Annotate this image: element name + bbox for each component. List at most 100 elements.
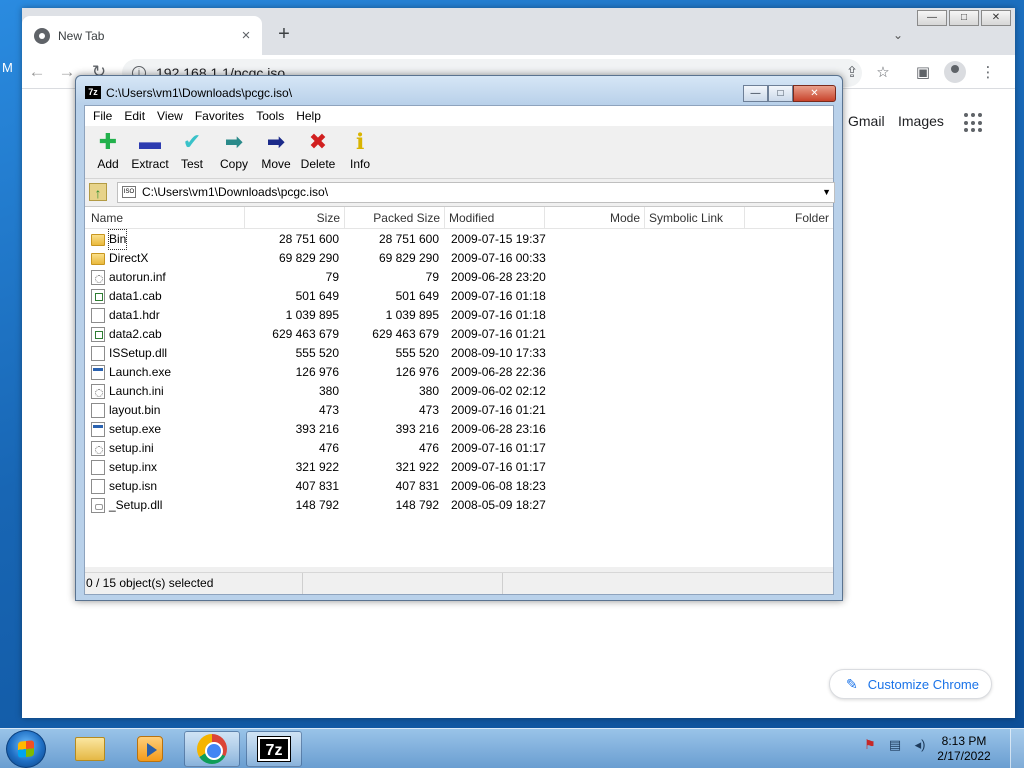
file-size: 629 463 679: [272, 327, 339, 341]
chrome-close-button[interactable]: ✕: [981, 10, 1011, 26]
volume-icon[interactable]: ◂): [912, 737, 928, 753]
file-size: 148 792: [295, 498, 339, 512]
table-row[interactable]: setup.isn 407 831 407 831 2009-06-08 18:23: [85, 477, 833, 496]
network-icon[interactable]: ▤: [887, 737, 903, 753]
path-dropdown-arrow-icon[interactable]: ▼: [822, 183, 831, 202]
chrome-tab-new-tab[interactable]: New Tab ×: [22, 16, 262, 55]
table-row[interactable]: Launch.exe 126 976 126 976 2009-06-28 22:36: [85, 363, 833, 382]
chrome-maximize-button[interactable]: □: [949, 10, 979, 26]
chrome-menu-icon[interactable]: ⋮: [978, 63, 998, 83]
table-row[interactable]: setup.exe 393 216 393 216 2009-06-28 23:16: [85, 420, 833, 439]
add-button[interactable]: ✚ Add: [87, 126, 129, 176]
bookmark-star-icon[interactable]: ☆: [873, 63, 893, 83]
customize-chrome-label: Customize Chrome: [867, 676, 979, 692]
file-packed-size: 28 751 600: [378, 232, 439, 246]
column-header-mode[interactable]: Mode: [545, 207, 645, 229]
taskbar-7zip-button[interactable]: 7z: [246, 731, 302, 767]
column-header-size[interactable]: Size: [245, 207, 345, 229]
file-packed-size: 380: [418, 384, 439, 398]
google-apps-icon[interactable]: [964, 113, 984, 133]
table-row[interactable]: Bin 28 751 600 28 751 600 2009-07-15 19:37: [85, 229, 833, 250]
sevenzip-minimize-button[interactable]: —: [743, 85, 768, 102]
column-header-symbolic-link[interactable]: Symbolic Link: [645, 207, 745, 229]
file-size: 28 751 600: [278, 232, 339, 246]
table-row[interactable]: setup.ini 476 476 2009-07-16 01:17: [85, 439, 833, 458]
taskbar-chrome-button[interactable]: [184, 731, 240, 767]
table-row[interactable]: ISSetup.dll 555 520 555 520 2008-09-10 17:3…: [85, 344, 833, 363]
sevenzip-title-bar[interactable]: 7z C:\Users\vm1\Downloads\pcgc.iso\ — □ …: [76, 76, 842, 104]
file-name: autorun.inf: [109, 270, 166, 284]
chrome-minimize-button[interactable]: —: [917, 10, 947, 26]
taskbar-explorer-button[interactable]: [62, 731, 118, 767]
column-header-folder[interactable]: Folder: [745, 207, 833, 229]
move-button[interactable]: ➡ Move: [255, 126, 297, 176]
file-name: setup.ini: [109, 441, 154, 455]
file-packed-size: 79: [425, 270, 439, 284]
taskbar-media-player-button[interactable]: [122, 731, 178, 767]
profile-avatar-icon[interactable]: [944, 61, 966, 83]
extract-button[interactable]: ▬ Extract: [129, 126, 171, 176]
file-icon: [91, 308, 105, 323]
menu-edit[interactable]: Edit: [118, 106, 151, 126]
file-name: setup.inx: [109, 460, 158, 474]
file-modified: 2009-07-16 01:17: [451, 441, 546, 455]
start-button-windows-icon[interactable]: [6, 730, 46, 768]
file-modified: 2008-05-09 18:27: [451, 498, 546, 512]
back-arrow-icon[interactable]: ←: [26, 61, 48, 83]
sevenzip-maximize-button[interactable]: □: [768, 85, 793, 102]
menu-view[interactable]: View: [151, 106, 189, 126]
tab-title: New Tab: [58, 28, 105, 43]
table-row[interactable]: data1.hdr 1 039 895 1 039 895 2009-07-16 01…: [85, 306, 833, 325]
folder-icon: [91, 253, 105, 265]
file-name: setup.exe: [109, 422, 162, 436]
new-tab-button[interactable]: +: [272, 22, 296, 46]
table-row[interactable]: data2.cab 629 463 679 629 463 679 2009-07-1…: [85, 325, 833, 344]
up-folder-icon[interactable]: ↑: [89, 183, 107, 201]
info-button[interactable]: ℹ Info: [339, 126, 381, 176]
sevenzip-close-button[interactable]: ✕: [793, 85, 836, 102]
column-header-name[interactable]: Name: [85, 207, 245, 229]
table-row[interactable]: setup.inx 321 922 321 922 2009-07-16 01:17: [85, 458, 833, 477]
customize-chrome-button[interactable]: ✎ Customize Chrome: [829, 669, 992, 699]
action-center-flag-icon[interactable]: ⚑: [862, 737, 878, 753]
menu-file[interactable]: File: [87, 106, 118, 126]
file-name: data1.cab: [109, 289, 162, 303]
file-name: Launch.ini: [109, 384, 164, 398]
images-link[interactable]: Images: [898, 113, 944, 129]
menu-tools[interactable]: Tools: [250, 106, 290, 126]
share-icon[interactable]: ⇪: [842, 63, 862, 83]
file-icon: [91, 365, 105, 380]
file-modified: 2009-06-28 22:36: [451, 365, 546, 379]
file-size: 476: [318, 441, 339, 455]
column-header-packed-size[interactable]: Packed Size: [345, 207, 445, 229]
sevenzip-path-combobox[interactable]: ISO C:\Users\vm1\Downloads\pcgc.iso\ ▼: [117, 182, 835, 203]
delete-label: Delete: [300, 157, 336, 171]
tab-close-icon[interactable]: ×: [236, 27, 256, 44]
status-pane-3: [503, 573, 833, 594]
copy-arrow-icon: ➡: [224, 129, 244, 154]
file-list[interactable]: Name Size Packed Size Modified Mode Symb…: [85, 206, 833, 567]
copy-button[interactable]: ➡ Copy: [213, 126, 255, 176]
table-row[interactable]: Launch.ini 380 380 2009-06-02 02:12: [85, 382, 833, 401]
file-packed-size: 393 216: [395, 422, 439, 436]
table-row[interactable]: data1.cab 501 649 501 649 2009-07-16 01:18: [85, 287, 833, 306]
test-button[interactable]: ✔ Test: [171, 126, 213, 176]
folder-icon: [91, 234, 105, 246]
clock[interactable]: 8:13 PM 2/17/2022: [932, 734, 996, 764]
menu-favorites[interactable]: Favorites: [189, 106, 250, 126]
file-size: 555 520: [295, 346, 339, 360]
tab-search-chevron-icon[interactable]: ⌄: [893, 28, 903, 42]
table-row[interactable]: _Setup.dll 148 792 148 792 2008-05-09 18:27: [85, 496, 833, 515]
table-row[interactable]: DirectX 69 829 290 69 829 290 2009-07-16 00…: [85, 249, 833, 268]
show-desktop-button[interactable]: [1010, 729, 1024, 768]
table-row[interactable]: autorun.inf 79 79 2009-06-28 23:20: [85, 268, 833, 287]
menu-help[interactable]: Help: [290, 106, 327, 126]
file-packed-size: 148 792: [395, 498, 439, 512]
side-panel-icon[interactable]: ▣: [913, 63, 933, 83]
column-header-modified[interactable]: Modified: [445, 207, 545, 229]
delete-button[interactable]: ✖ Delete: [297, 126, 339, 176]
sevenzip-toolbar: ✚ Add ▬ Extract ✔ Test ➡ Copy ➡ Move ✖ D…: [85, 126, 833, 179]
gmail-link[interactable]: Gmail: [848, 113, 885, 129]
sevenzip-status-bar: 0 / 15 object(s) selected: [85, 572, 833, 594]
table-row[interactable]: layout.bin 473 473 2009-07-16 01:21: [85, 401, 833, 420]
